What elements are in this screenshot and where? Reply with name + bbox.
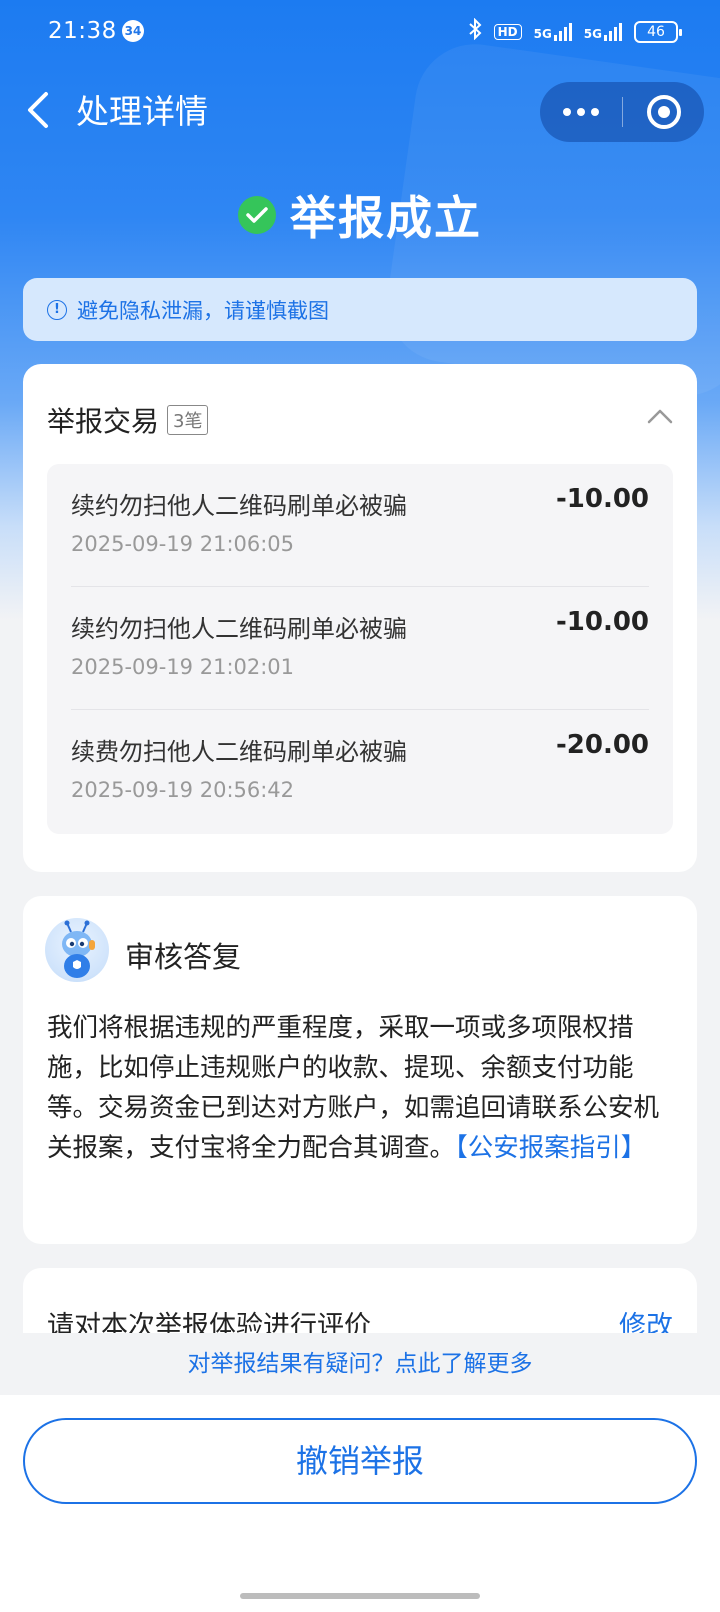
transaction-time: 2025-09-19 20:56:42 xyxy=(71,778,295,802)
target-ring-icon xyxy=(646,95,681,129)
status-bar: 21:38 34 HD 5G 5G 46 xyxy=(0,0,720,66)
home-indicator[interactable] xyxy=(240,1593,480,1599)
battery-icon: 46 xyxy=(634,20,682,43)
transactions-header: 举报交易 3笔 xyxy=(47,400,209,440)
transactions-count-badge: 3笔 xyxy=(167,405,209,435)
police-report-guide-link[interactable]: 【公安报案指引】 xyxy=(455,1133,646,1163)
back-button[interactable] xyxy=(22,88,62,136)
review-reply-card: 审核答复 我们将根据违规的严重程度，采取一项或多项限权措施，比如停止违规账户的收… xyxy=(23,896,697,1244)
status-time: 21:38 xyxy=(48,18,117,44)
transaction-amount: -20.00 xyxy=(555,730,649,760)
miniapp-capsule xyxy=(540,82,704,142)
signal-5g-icon: 5G xyxy=(534,22,572,41)
transaction-name: 续约勿扫他人二维码刷单必被骗 xyxy=(71,492,407,520)
transaction-row[interactable]: 续约勿扫他人二维码刷单必被骗 -10.00 2025-09-19 21:06:0… xyxy=(71,464,649,587)
check-circle-icon xyxy=(238,196,276,234)
result-status: 举报成立 xyxy=(290,191,482,245)
more-button[interactable] xyxy=(540,82,622,142)
transactions-title: 举报交易 xyxy=(47,405,160,438)
transactions-list: 续约勿扫他人二维码刷单必被骗 -10.00 2025-09-19 21:06:0… xyxy=(47,464,673,834)
transaction-row[interactable]: 续约勿扫他人二维码刷单必被骗 -10.00 2025-09-19 21:02:0… xyxy=(71,587,649,710)
transaction-amount: -10.00 xyxy=(555,484,649,514)
status-icons: HD 5G 5G 46 xyxy=(468,17,682,45)
close-miniapp-button[interactable] xyxy=(623,82,704,142)
transaction-name: 续约勿扫他人二维码刷单必被骗 xyxy=(71,615,407,643)
review-body: 我们将根据违规的严重程度，采取一项或多项限权措施，比如停止违规账户的收款、提现、… xyxy=(47,1008,677,1168)
cancel-report-button[interactable]: 撤销举报 xyxy=(23,1418,697,1504)
transaction-row[interactable]: 续费勿扫他人二维码刷单必被骗 -20.00 2025-09-19 20:56:4… xyxy=(71,710,649,833)
transactions-card: 举报交易 3笔 续约勿扫他人二维码刷单必被骗 -10.00 2025-09-19… xyxy=(23,364,697,872)
privacy-notice: ! 避免隐私泄漏，请谨慎截图 xyxy=(23,278,697,341)
transaction-time: 2025-09-19 21:06:05 xyxy=(71,532,295,556)
chevron-up-icon xyxy=(645,409,675,432)
privacy-notice-text: 避免隐私泄漏，请谨慎截图 xyxy=(77,298,329,323)
chevron-left-icon xyxy=(22,88,62,132)
signal-5g-icon: 5G xyxy=(584,22,622,41)
review-title: 审核答复 xyxy=(125,940,242,974)
transaction-amount: -10.00 xyxy=(555,607,649,637)
result-doubt-link[interactable]: 对举报结果有疑问？点此了解更多 xyxy=(0,1333,720,1395)
info-icon: ! xyxy=(47,299,67,320)
transaction-time: 2025-09-19 21:02:01 xyxy=(71,655,295,679)
hd-voice-icon: HD xyxy=(493,23,522,40)
mascot-avatar xyxy=(45,918,109,982)
more-dots-icon xyxy=(563,108,571,116)
collapse-button[interactable] xyxy=(645,404,675,428)
bluetooth-icon xyxy=(468,17,482,45)
notification-count-badge: 34 xyxy=(122,20,144,42)
bottom-bar: 对举报结果有疑问？点此了解更多 撤销举报 xyxy=(0,1333,720,1612)
page-title: 处理详情 xyxy=(76,92,208,131)
transaction-name: 续费勿扫他人二维码刷单必被骗 xyxy=(71,738,407,766)
result-header: 举报成立 xyxy=(0,180,720,250)
